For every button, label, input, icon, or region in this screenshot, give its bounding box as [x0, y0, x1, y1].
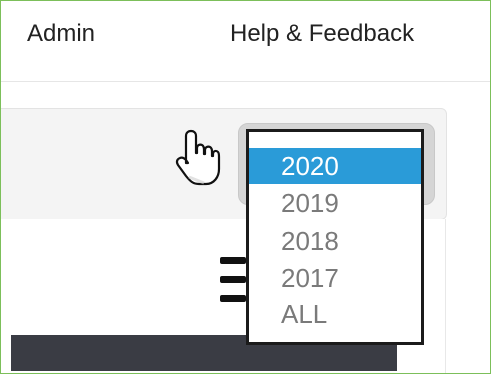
- year-option-2019[interactable]: 2019: [249, 185, 421, 221]
- admin-link[interactable]: Admin: [27, 20, 95, 48]
- hand-pointer-icon: [175, 129, 221, 186]
- hamburger-icon[interactable]: [220, 257, 246, 303]
- year-option-2018[interactable]: 2018: [249, 223, 421, 259]
- year-option-2020[interactable]: 2020: [249, 148, 421, 184]
- year-dropdown-list[interactable]: 2020 2019 2018 2017 ALL: [246, 129, 424, 345]
- top-nav-bar: Admin Help & Feedback: [1, 1, 490, 81]
- help-feedback-link[interactable]: Help & Feedback: [230, 20, 414, 48]
- year-option-all[interactable]: ALL: [249, 296, 421, 332]
- year-option-2017[interactable]: 2017: [249, 260, 421, 296]
- screenshot-frame: Admin Help & Feedback 2020 2019 2018 201…: [0, 0, 491, 374]
